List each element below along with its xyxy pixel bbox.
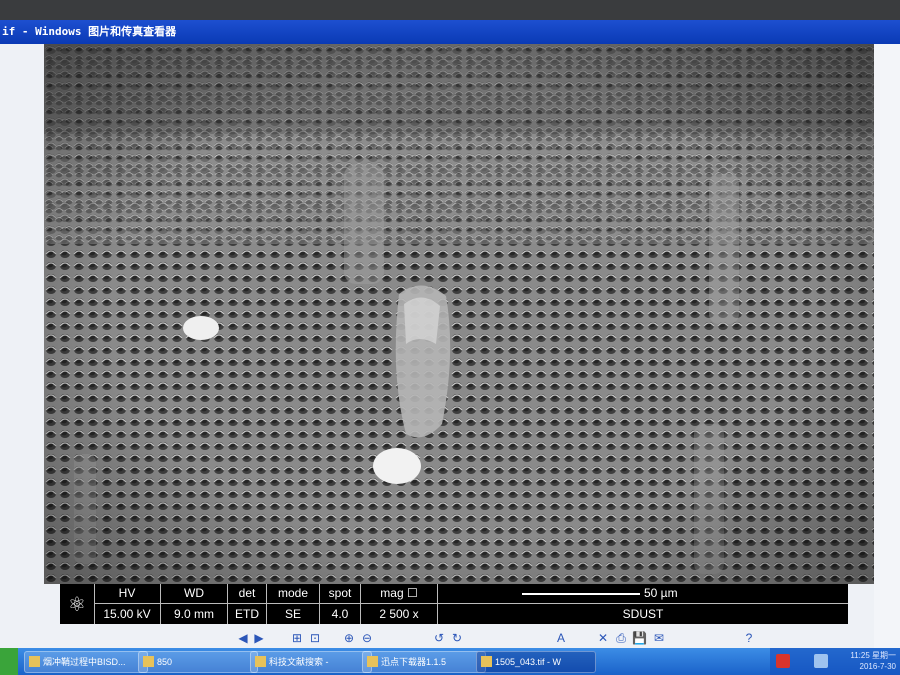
databar-mag: mag ☐ 2 500 x bbox=[361, 584, 438, 624]
taskbar-item[interactable]: 科技文献搜索 - bbox=[250, 651, 372, 673]
folder-icon bbox=[143, 656, 154, 667]
start-button[interactable] bbox=[0, 648, 18, 675]
window-right-edge bbox=[874, 44, 900, 648]
atom-logo-icon: ⚛ bbox=[60, 584, 95, 624]
hv-value: 15.00 kV bbox=[103, 607, 151, 621]
clock[interactable]: 11:25 星期一 2016-7-30 bbox=[850, 650, 896, 672]
window-title: if - Windows 图片和传真查看器 bbox=[2, 25, 177, 38]
print-button[interactable]: ⎙ bbox=[612, 630, 630, 647]
clock-time: 11:25 星期一 bbox=[850, 651, 896, 660]
clock-date: 2016-7-30 bbox=[859, 662, 896, 671]
best-fit-button[interactable]: ⊞ bbox=[288, 630, 306, 647]
hv-header: HV bbox=[94, 584, 160, 604]
system-tray: 11:25 星期一 2016-7-30 bbox=[770, 648, 900, 675]
spot-value: 4.0 bbox=[331, 607, 349, 621]
actual-size-button[interactable]: ⊡ bbox=[306, 630, 324, 647]
rotate-right-button[interactable]: ↻ bbox=[448, 630, 466, 647]
scale-label: 50 µm bbox=[644, 586, 678, 600]
spot-header: spot bbox=[320, 584, 360, 604]
image-icon bbox=[481, 656, 492, 667]
image-viewer: ⚛ HV 15.00 kV WD 9.0 mm det ETD mode SE … bbox=[0, 44, 900, 654]
mode-header: mode bbox=[267, 584, 319, 604]
sem-micrograph bbox=[44, 44, 874, 584]
save-button[interactable]: 💾 bbox=[630, 630, 649, 647]
databar-wd: WD 9.0 mm bbox=[161, 584, 228, 624]
databar-spot: spot 4.0 bbox=[320, 584, 361, 624]
taskbar: 烟冲鞘过程中BISD... 850 科技文献搜索 - 迅点下载器1.1.5 15… bbox=[0, 648, 900, 675]
taskbar-item[interactable]: 850 bbox=[138, 651, 258, 673]
zoom-in-button[interactable]: ⊕ bbox=[340, 630, 358, 647]
taskbar-item-label: 1505_043.tif - W bbox=[495, 657, 562, 667]
delete-button[interactable]: ✕ bbox=[594, 630, 612, 647]
mag-header: mag ☐ bbox=[361, 584, 437, 604]
browser-icon bbox=[255, 656, 266, 667]
taskbar-item-label: 烟冲鞘过程中BISD... bbox=[43, 657, 126, 667]
sem-databar: ⚛ HV 15.00 kV WD 9.0 mm det ETD mode SE … bbox=[60, 584, 848, 624]
scale-bar: 50 µm SDUST bbox=[438, 584, 848, 624]
sem-image bbox=[44, 44, 874, 584]
sogou-icon[interactable] bbox=[776, 654, 790, 668]
download-icon bbox=[367, 656, 378, 667]
taskbar-item-label: 科技文献搜索 - bbox=[269, 657, 329, 667]
monitor-bezel bbox=[0, 0, 900, 22]
email-button[interactable]: ✉ bbox=[650, 630, 668, 647]
det-header: det bbox=[228, 584, 266, 604]
next-image-button[interactable]: ▶ bbox=[250, 630, 268, 647]
databar-mode: mode SE bbox=[267, 584, 320, 624]
det-value: ETD bbox=[235, 607, 259, 621]
taskbar-item-label: 850 bbox=[157, 657, 173, 667]
taskbar-item[interactable]: 迅点下载器1.1.5 bbox=[362, 651, 486, 673]
taskbar-item[interactable]: 烟冲鞘过程中BISD... bbox=[24, 651, 148, 673]
rotate-left-button[interactable]: ↺ bbox=[430, 630, 448, 647]
wd-header: WD bbox=[161, 584, 227, 604]
text-tool-button[interactable]: A bbox=[552, 630, 570, 647]
zoom-out-button[interactable]: ⊖ bbox=[358, 630, 376, 647]
databar-hv: HV 15.00 kV bbox=[94, 584, 161, 624]
scale-line bbox=[522, 593, 640, 595]
taskbar-item-active[interactable]: 1505_043.tif - W bbox=[476, 651, 596, 673]
taskbar-item-label: 迅点下载器1.1.5 bbox=[381, 657, 447, 667]
network-icon[interactable] bbox=[814, 654, 828, 668]
databar-det: det ETD bbox=[228, 584, 267, 624]
window-icon bbox=[29, 656, 40, 667]
mag-value: 2 500 x bbox=[379, 607, 419, 621]
wd-value: 9.0 mm bbox=[173, 607, 214, 621]
help-button[interactable]: ? bbox=[740, 630, 758, 647]
institution-label: SDUST bbox=[622, 607, 664, 621]
window-titlebar[interactable]: if - Windows 图片和传真查看器 bbox=[0, 20, 900, 44]
mode-value: SE bbox=[284, 607, 301, 621]
